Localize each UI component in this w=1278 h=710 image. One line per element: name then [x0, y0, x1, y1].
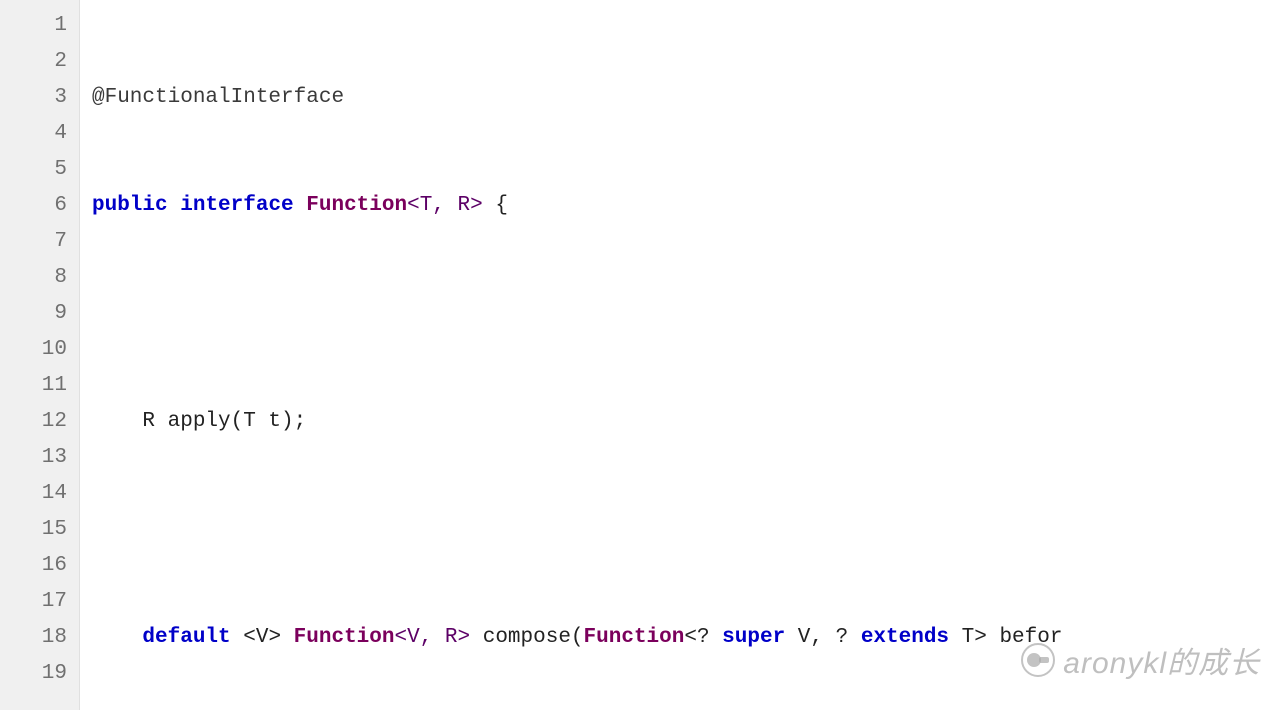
code-line[interactable]: [92, 512, 1266, 548]
line-number-gutter: 1 2 3 4 5 6 7 8 9 10 11 12 13 14 15 16 1…: [0, 0, 80, 710]
code-line[interactable]: @FunctionalInterface: [92, 80, 1266, 116]
line-number: 6: [18, 188, 67, 224]
method-name: compose(: [470, 626, 583, 649]
params: T> befor: [949, 626, 1062, 649]
code-line[interactable]: default <V> Function<V, R> compose(Funct…: [92, 620, 1266, 656]
line-number: 9: [18, 296, 67, 332]
line-number: 5: [18, 152, 67, 188]
line-number: 2: [18, 44, 67, 80]
indent: [92, 626, 142, 649]
line-number: 17: [18, 584, 67, 620]
generic-params: <V, R>: [394, 626, 470, 649]
line-number: 14: [18, 476, 67, 512]
line-number: 19: [18, 656, 67, 692]
code-editor[interactable]: @FunctionalInterface public interface Fu…: [80, 0, 1278, 710]
line-number: 7: [18, 224, 67, 260]
line-number: 13: [18, 440, 67, 476]
type-function: Function: [294, 626, 395, 649]
keyword-public: public: [92, 194, 168, 217]
brace: {: [483, 194, 508, 217]
line-number: 10: [18, 332, 67, 368]
line-number: 11: [18, 368, 67, 404]
params: V, ?: [785, 626, 861, 649]
code-line[interactable]: R apply(T t);: [92, 404, 1266, 440]
line-number: 15: [18, 512, 67, 548]
keyword-interface: interface: [180, 194, 293, 217]
generic: <V>: [231, 626, 294, 649]
code-line[interactable]: [92, 296, 1266, 332]
params: <?: [684, 626, 722, 649]
generic-params: <T, R>: [407, 194, 483, 217]
keyword-super: super: [722, 626, 785, 649]
line-number: 12: [18, 404, 67, 440]
line-number: 18: [18, 620, 67, 656]
keyword-extends: extends: [861, 626, 949, 649]
type-function: Function: [306, 194, 407, 217]
line-number: 16: [18, 548, 67, 584]
type-function: Function: [584, 626, 685, 649]
line-number: 3: [18, 80, 67, 116]
line-number: 4: [18, 116, 67, 152]
code-text: R apply(T t);: [92, 410, 306, 433]
line-number: 8: [18, 260, 67, 296]
line-number: 1: [18, 8, 67, 44]
code-line[interactable]: public interface Function<T, R> {: [92, 188, 1266, 224]
annotation: @FunctionalInterface: [92, 86, 344, 109]
keyword-default: default: [142, 626, 230, 649]
